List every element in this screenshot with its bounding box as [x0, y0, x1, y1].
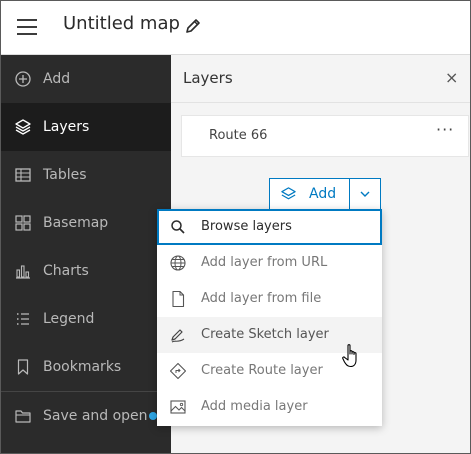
sidebar-item-label: Layers: [43, 119, 90, 135]
add-layer-menu: Browse layers Add layer from URL Add lay…: [157, 209, 382, 426]
folder-icon: [15, 410, 31, 423]
close-icon[interactable]: ×: [445, 70, 458, 86]
search-icon: [171, 220, 185, 234]
layer-name: Route 66: [209, 128, 268, 143]
route-diamond-icon: [169, 362, 187, 380]
sidebar-item-label: Bookmarks: [43, 359, 122, 375]
add-button-label: Add: [309, 186, 337, 202]
menu-item-label: Create Sketch layer: [201, 327, 329, 342]
sidebar-item-bookmarks[interactable]: Bookmarks: [1, 343, 171, 391]
sidebar-item-label: Tables: [43, 167, 87, 183]
basemap-grid-icon: [15, 215, 31, 231]
menu-item-label: Add layer from URL: [201, 255, 328, 270]
hamburger-menu-icon[interactable]: [17, 19, 37, 35]
layers-add-icon: [281, 187, 296, 200]
sidebar-nav: Add Layers Tables Basemap Charts Legend …: [1, 55, 171, 453]
sidebar-item-add[interactable]: Add: [1, 55, 171, 103]
image-icon: [170, 400, 186, 414]
app-window: Untitled map Add Layers Tables Basemap C…: [0, 0, 471, 454]
menu-item-label: Create Route layer: [201, 363, 323, 378]
plus-circle-icon: [15, 71, 31, 87]
sidebar-item-tables[interactable]: Tables: [1, 151, 171, 199]
sidebar-item-label: Add: [43, 71, 71, 87]
sidebar-item-legend[interactable]: Legend: [1, 295, 171, 343]
add-layer-button[interactable]: Add: [270, 179, 349, 209]
top-bar: Untitled map: [1, 1, 470, 55]
sidebar-item-layers[interactable]: Layers: [1, 103, 171, 151]
sidebar-item-charts[interactable]: Charts: [1, 247, 171, 295]
menu-item-browse-layers[interactable]: Browse layers: [157, 209, 382, 245]
chevron-down-icon: [360, 191, 370, 197]
menu-item-label: Browse layers: [201, 219, 292, 234]
menu-item-add-media-layer[interactable]: Add media layer: [157, 389, 382, 425]
sidebar-item-label: Charts: [43, 263, 89, 279]
menu-item-add-layer-from-url[interactable]: Add layer from URL: [157, 245, 382, 281]
panel-title: Layers: [183, 69, 233, 87]
menu-item-label: Add layer from file: [201, 291, 322, 306]
sketch-pen-icon: [171, 329, 185, 343]
panel-header: Layers ×: [171, 55, 470, 103]
file-icon: [172, 290, 185, 308]
sidebar-item-label: Legend: [43, 311, 95, 327]
sidebar-item-basemap[interactable]: Basemap: [1, 199, 171, 247]
menu-item-create-route-layer[interactable]: Create Route layer: [157, 353, 382, 389]
notification-dot: [149, 412, 157, 420]
menu-item-add-layer-from-file[interactable]: Add layer from file: [157, 281, 382, 317]
map-title[interactable]: Untitled map: [63, 13, 180, 34]
more-options-icon[interactable]: ···: [436, 120, 454, 139]
menu-item-create-sketch-layer[interactable]: Create Sketch layer: [157, 317, 382, 353]
globe-icon: [170, 255, 186, 271]
menu-item-label: Add media layer: [201, 399, 308, 414]
bookmark-icon: [17, 359, 29, 375]
sidebar-item-label: Save and open: [43, 408, 148, 424]
bar-chart-icon: [16, 265, 30, 279]
sidebar-item-label: Basemap: [43, 215, 109, 231]
add-dropdown-toggle[interactable]: [350, 179, 380, 209]
legend-list-icon: [17, 313, 29, 325]
add-layer-split-button: Add: [269, 178, 381, 210]
table-icon: [15, 168, 31, 182]
pencil-icon[interactable]: [183, 16, 203, 36]
layer-item-route-66[interactable]: Route 66 ···: [181, 115, 469, 157]
sidebar-item-save-and-open[interactable]: Save and open: [1, 392, 171, 440]
layers-icon: [15, 119, 31, 135]
